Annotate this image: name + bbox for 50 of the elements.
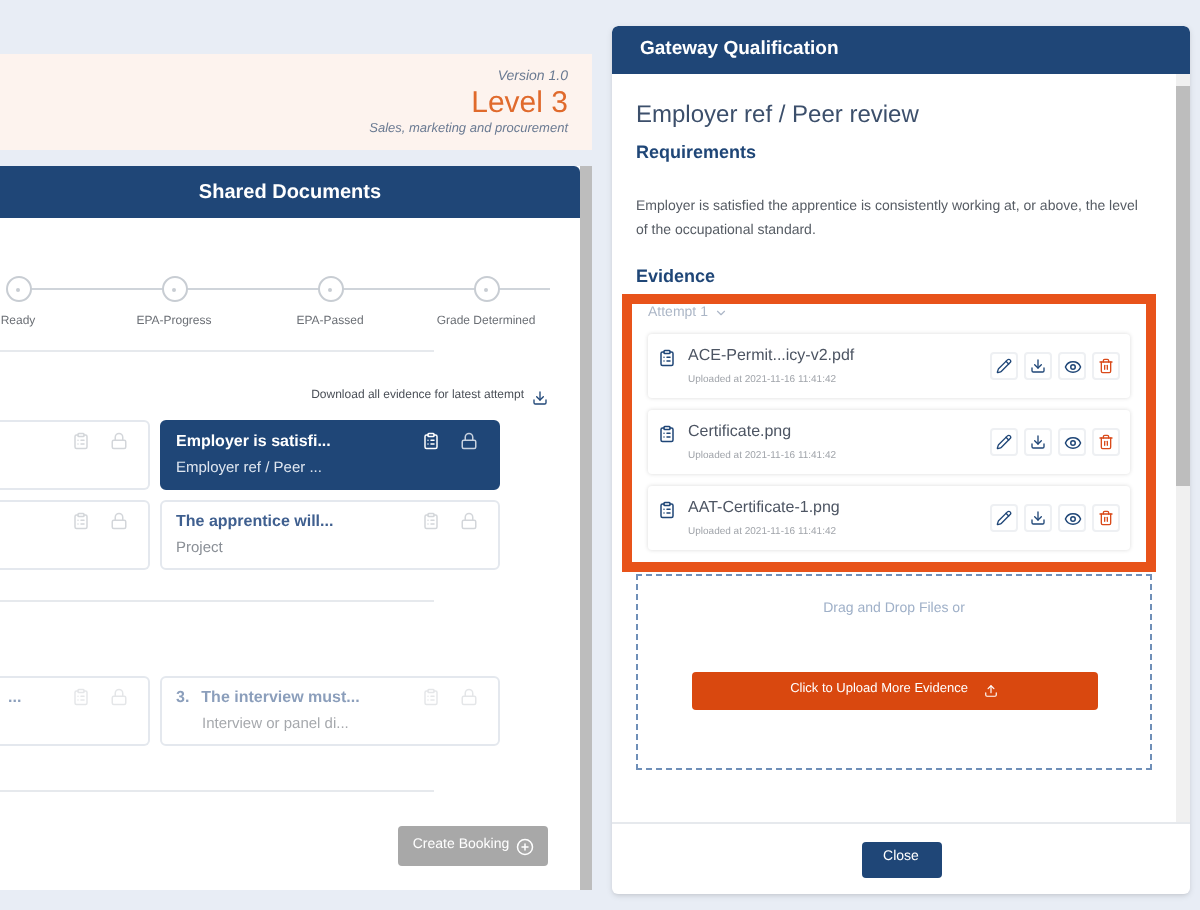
- clipboard-icon: [658, 424, 676, 444]
- download-icon[interactable]: [532, 389, 548, 405]
- clipboard-icon[interactable]: [72, 512, 90, 530]
- file-name: AAT-Certificate-1.png: [688, 495, 842, 520]
- view-button[interactable]: [1058, 428, 1086, 456]
- clipboard-icon: [658, 348, 676, 368]
- edit-button[interactable]: [990, 504, 1018, 532]
- clipboard-icon[interactable]: [422, 512, 440, 530]
- download-button[interactable]: [1024, 352, 1052, 380]
- file-name: Certificate.png: [688, 419, 794, 444]
- scrollbar[interactable]: [1176, 74, 1190, 822]
- panel-title: Shared Documents: [198, 179, 382, 207]
- trash-icon: [1098, 510, 1114, 526]
- level-label: Level 3: [471, 86, 568, 120]
- view-button[interactable]: [1058, 504, 1086, 532]
- eye-icon: [1063, 509, 1081, 527]
- lock-icon[interactable]: [460, 432, 478, 450]
- card-title: ...: [8, 686, 22, 710]
- card-title: Employer is satisfi...: [176, 430, 331, 454]
- pencil-icon: [996, 434, 1012, 450]
- download-button[interactable]: [1024, 428, 1052, 456]
- plus-icon: [515, 837, 534, 855]
- download-button[interactable]: [1024, 504, 1052, 532]
- download-icon: [1030, 510, 1046, 526]
- card-title: The apprentice will...: [176, 510, 334, 534]
- edit-button[interactable]: [990, 352, 1018, 380]
- card-title: The interview must...: [201, 686, 360, 710]
- eye-icon: [1063, 357, 1081, 375]
- pencil-icon: [996, 510, 1012, 526]
- delete-button[interactable]: [1092, 352, 1120, 380]
- dialog-heading: Employer ref / Peer review: [636, 98, 921, 130]
- delete-button[interactable]: [1092, 428, 1120, 456]
- requirements-heading: Requirements: [636, 140, 759, 166]
- download-icon: [1030, 358, 1046, 374]
- file-name: ACE-Permit...icy-v2.pdf: [688, 343, 857, 368]
- pencil-icon: [996, 358, 1012, 374]
- download-icon: [1030, 434, 1046, 450]
- card-number: 3.: [176, 686, 190, 710]
- view-button[interactable]: [1058, 352, 1086, 380]
- delete-button[interactable]: [1092, 504, 1120, 532]
- eye-icon: [1063, 433, 1081, 451]
- scrollbar[interactable]: [580, 166, 592, 890]
- trash-icon: [1098, 434, 1114, 450]
- evidence-heading: Evidence: [636, 263, 718, 289]
- edit-button[interactable]: [990, 428, 1018, 456]
- upload-icon: [983, 683, 998, 697]
- clipboard-icon: [658, 500, 676, 520]
- clipboard-icon[interactable]: [72, 432, 90, 450]
- dialog-title: Gateway Qualification: [640, 35, 839, 64]
- trash-icon: [1098, 358, 1114, 374]
